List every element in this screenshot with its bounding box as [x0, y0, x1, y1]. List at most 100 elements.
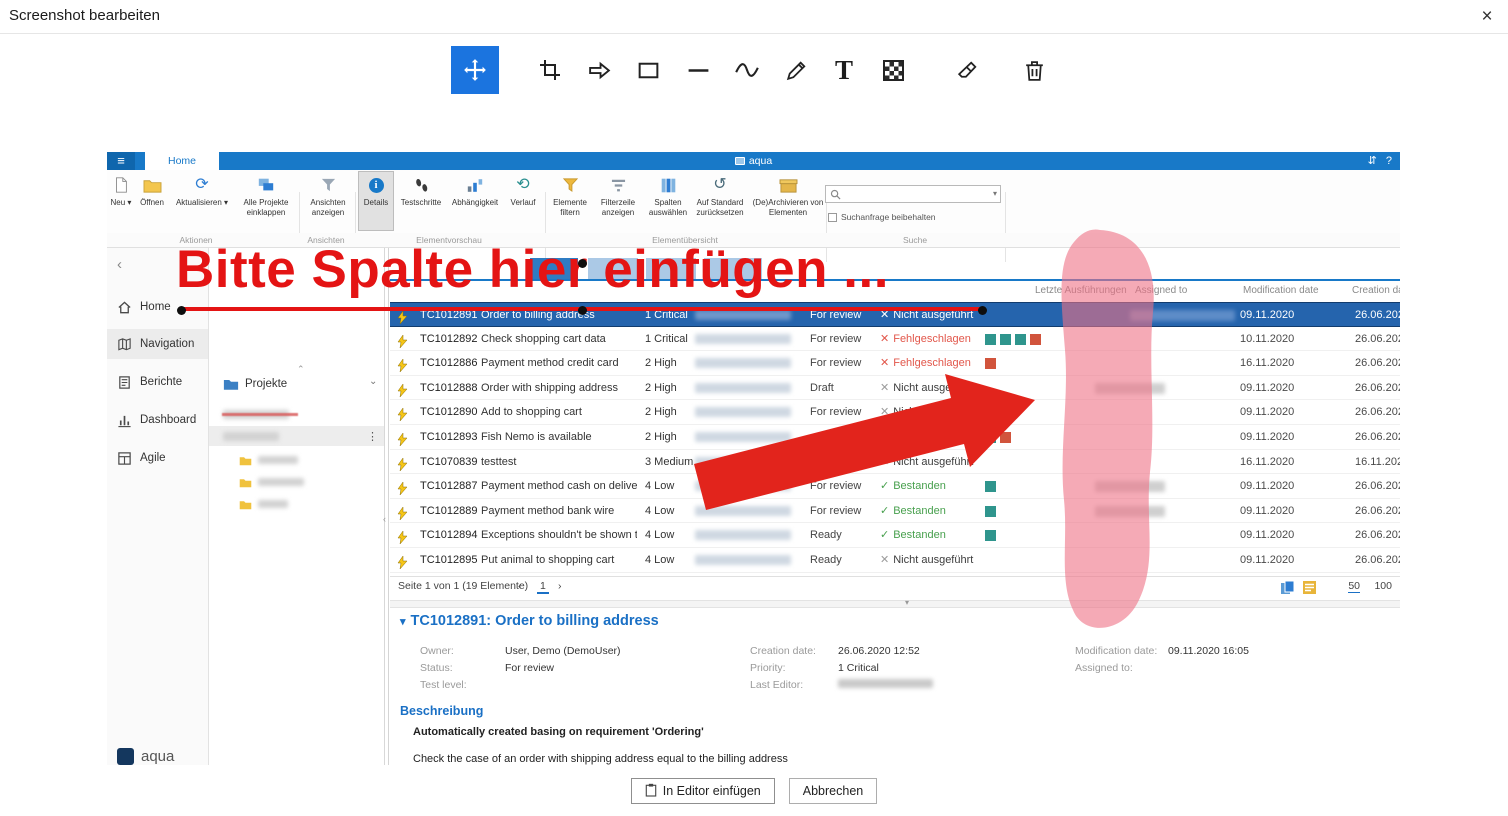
ribbon-dearchivieren-button[interactable]: (De)Archivieren von Elementen	[752, 172, 824, 230]
column-header-assigned[interactable]: Assigned to	[1135, 285, 1187, 296]
cell-status: For review	[810, 400, 880, 424]
table-row[interactable]: TC1012890 Add to shopping cart 2 High Fo…	[390, 400, 1400, 425]
editor-titlebar: Screenshot bearbeiten ×	[0, 0, 1508, 34]
list-export-icon[interactable]	[1302, 580, 1317, 598]
table-row[interactable]: TC1012887 Payment method cash on deliver…	[390, 474, 1400, 499]
copy-pages-icon[interactable]	[1280, 580, 1296, 598]
crop-tool[interactable]	[526, 46, 574, 94]
chevron-down-icon[interactable]: ▾	[993, 189, 997, 198]
sidebar-item-berichte[interactable]: Berichte	[107, 367, 208, 397]
ribbon-group-label: Suche	[903, 235, 927, 245]
table-row[interactable]: TC1012886 Payment method credit card 2 H…	[390, 351, 1400, 376]
tree-item[interactable]: ⋮	[209, 426, 384, 446]
collapse-chevron-icon[interactable]: ▾	[400, 616, 406, 628]
hamburger-menu-icon[interactable]: ≡	[107, 152, 135, 170]
ribbon-neu-button[interactable]: Neu ▾	[107, 172, 135, 230]
ribbon-button-label: Auf Standard zurücksetzen	[691, 198, 749, 218]
curve-tool[interactable]	[723, 46, 771, 94]
page-next-icon[interactable]: ›	[558, 580, 562, 592]
ribbon-details-button[interactable]: i Details	[359, 172, 393, 230]
ribbon-auf-standard-button[interactable]: ↺ Auf Standard zurücksetzen	[691, 172, 749, 230]
search-input[interactable]: ▾	[825, 185, 1001, 203]
line-icon	[686, 58, 711, 83]
cell-id: TC1012892	[420, 327, 478, 351]
table-row[interactable]: TC1012891 Order to billing address 1 Cri…	[390, 302, 1400, 327]
eraser-tool[interactable]	[943, 46, 991, 94]
cell-execution: ✕Nicht ausgeführt	[880, 376, 1000, 400]
ribbon-button-label: (De)Archivieren von Elementen	[752, 198, 824, 218]
table-row[interactable]: TC1012888 Order with shipping address 2 …	[390, 376, 1400, 401]
chevron-up-icon[interactable]: ⌃	[297, 364, 305, 375]
execution-status-icon: ✕	[880, 406, 889, 418]
ribbon-spalten-button[interactable]: Spalten auswählen	[644, 172, 692, 230]
column-header-modified[interactable]: Modification date	[1243, 285, 1319, 296]
selection-handle[interactable]	[578, 259, 587, 268]
tab-home[interactable]: Home	[145, 152, 219, 170]
splitter-collapse-icon[interactable]: ‹	[383, 514, 386, 524]
ribbon-oeffnen-button[interactable]: Öffnen	[134, 172, 170, 230]
detail-title[interactable]: ▾TC1012891: Order to billing address	[400, 613, 659, 629]
ribbon-filterzeile-button[interactable]: Filterzeile anzeigen	[594, 172, 642, 230]
ribbon-aktualisieren-button[interactable]: ⟳ Aktualisieren ▾	[173, 172, 231, 230]
ribbon-abhaengigkeit-button[interactable]: Abhängigkeit	[448, 172, 502, 230]
horizontal-splitter[interactable]: ▾	[390, 600, 1400, 608]
trash-tool[interactable]	[1010, 46, 1058, 94]
tree-item[interactable]	[209, 404, 384, 424]
arrow-tool[interactable]	[575, 46, 623, 94]
page-size-100[interactable]: 100	[1374, 580, 1392, 592]
selection-handle[interactable]	[177, 306, 186, 315]
table-row[interactable]: TC1012893 Fish Nemo is available 2 High …	[390, 425, 1400, 450]
tree-item[interactable]	[209, 450, 384, 470]
selection-handle[interactable]	[978, 306, 987, 315]
projects-header[interactable]: Projekte	[223, 374, 287, 394]
chevron-down-icon[interactable]: ⌄	[369, 376, 377, 387]
blurred-cell	[695, 358, 791, 368]
keep-search-checkbox[interactable]: Suchanfrage beibehalten	[828, 212, 936, 222]
selection-handle[interactable]	[578, 306, 587, 315]
table-row[interactable]: TC1012889 Payment method bank wire 4 Low…	[390, 499, 1400, 524]
panel-splitter[interactable]	[388, 248, 389, 765]
pen-tool[interactable]	[772, 46, 820, 94]
ribbon-button-label: Ansichten anzeigen	[303, 198, 353, 218]
column-header-executions[interactable]: Letzte Ausführungen	[1035, 285, 1127, 296]
kebab-menu-icon[interactable]: ⋮	[367, 430, 378, 443]
line-tool[interactable]	[674, 46, 722, 94]
table-row[interactable]: TC1012892 Check shopping cart data 1 Cri…	[390, 327, 1400, 352]
blurred-cell	[695, 530, 791, 540]
archive-box-icon	[779, 174, 798, 196]
text-tool[interactable]: T	[820, 46, 868, 94]
table-row[interactable]: TC1012894 Exceptions shouldn't be shown …	[390, 523, 1400, 548]
back-chevron-icon[interactable]: ‹	[117, 256, 122, 273]
table-row[interactable]: TC1070839 testtest 3 Medium ✕Nicht ausge…	[390, 450, 1400, 475]
aqua-logo-icon	[117, 748, 134, 765]
page-size-50[interactable]: 50	[1348, 580, 1360, 593]
column-header-created[interactable]: Creation date	[1352, 285, 1400, 296]
annotation-text[interactable]: Bitte Spalte hier einfügen ...	[176, 243, 889, 296]
sidebar-item-navigation[interactable]: Navigation	[107, 329, 208, 359]
pixelate-tool[interactable]	[869, 46, 917, 94]
move-tool[interactable]	[451, 46, 499, 94]
insert-in-editor-button[interactable]: In Editor einfügen	[631, 778, 775, 804]
tree-item[interactable]	[209, 494, 384, 514]
cell-execution: ✕Nicht ausgeführt	[880, 400, 1000, 424]
sidebar-item-agile[interactable]: Agile	[107, 443, 208, 473]
close-icon[interactable]: ×	[1474, 4, 1500, 30]
red-strikethrough	[222, 413, 298, 416]
ribbon-ansichten-anzeigen-button[interactable]: Ansichten anzeigen	[303, 172, 353, 230]
rectangle-tool[interactable]	[624, 46, 672, 94]
cell-status: For review	[810, 474, 880, 498]
sort-icon[interactable]: ⇵	[1368, 152, 1377, 170]
ribbon-elemente-filtern-button[interactable]: Elemente filtern	[548, 172, 592, 230]
table-row[interactable]: TC1012895 Put animal to shopping cart 4 …	[390, 548, 1400, 573]
ribbon-verlauf-button[interactable]: ⟲ Verlauf	[503, 172, 543, 230]
sidebar-item-dashboard[interactable]: Dashboard	[107, 405, 208, 435]
tree-item[interactable]	[209, 472, 384, 492]
cancel-button[interactable]: Abbrechen	[789, 778, 877, 804]
page-number[interactable]: 1	[537, 580, 549, 594]
page-prev-icon[interactable]: ‹	[518, 580, 522, 592]
cell-modified: 16.11.2020	[1240, 450, 1310, 474]
execution-squares	[985, 358, 996, 369]
ribbon-testschritte-button[interactable]: Testschritte	[397, 172, 445, 230]
help-icon[interactable]: ?	[1386, 152, 1392, 170]
ribbon-alle-projekte-button[interactable]: Alle Projekte einklappen	[235, 172, 297, 230]
